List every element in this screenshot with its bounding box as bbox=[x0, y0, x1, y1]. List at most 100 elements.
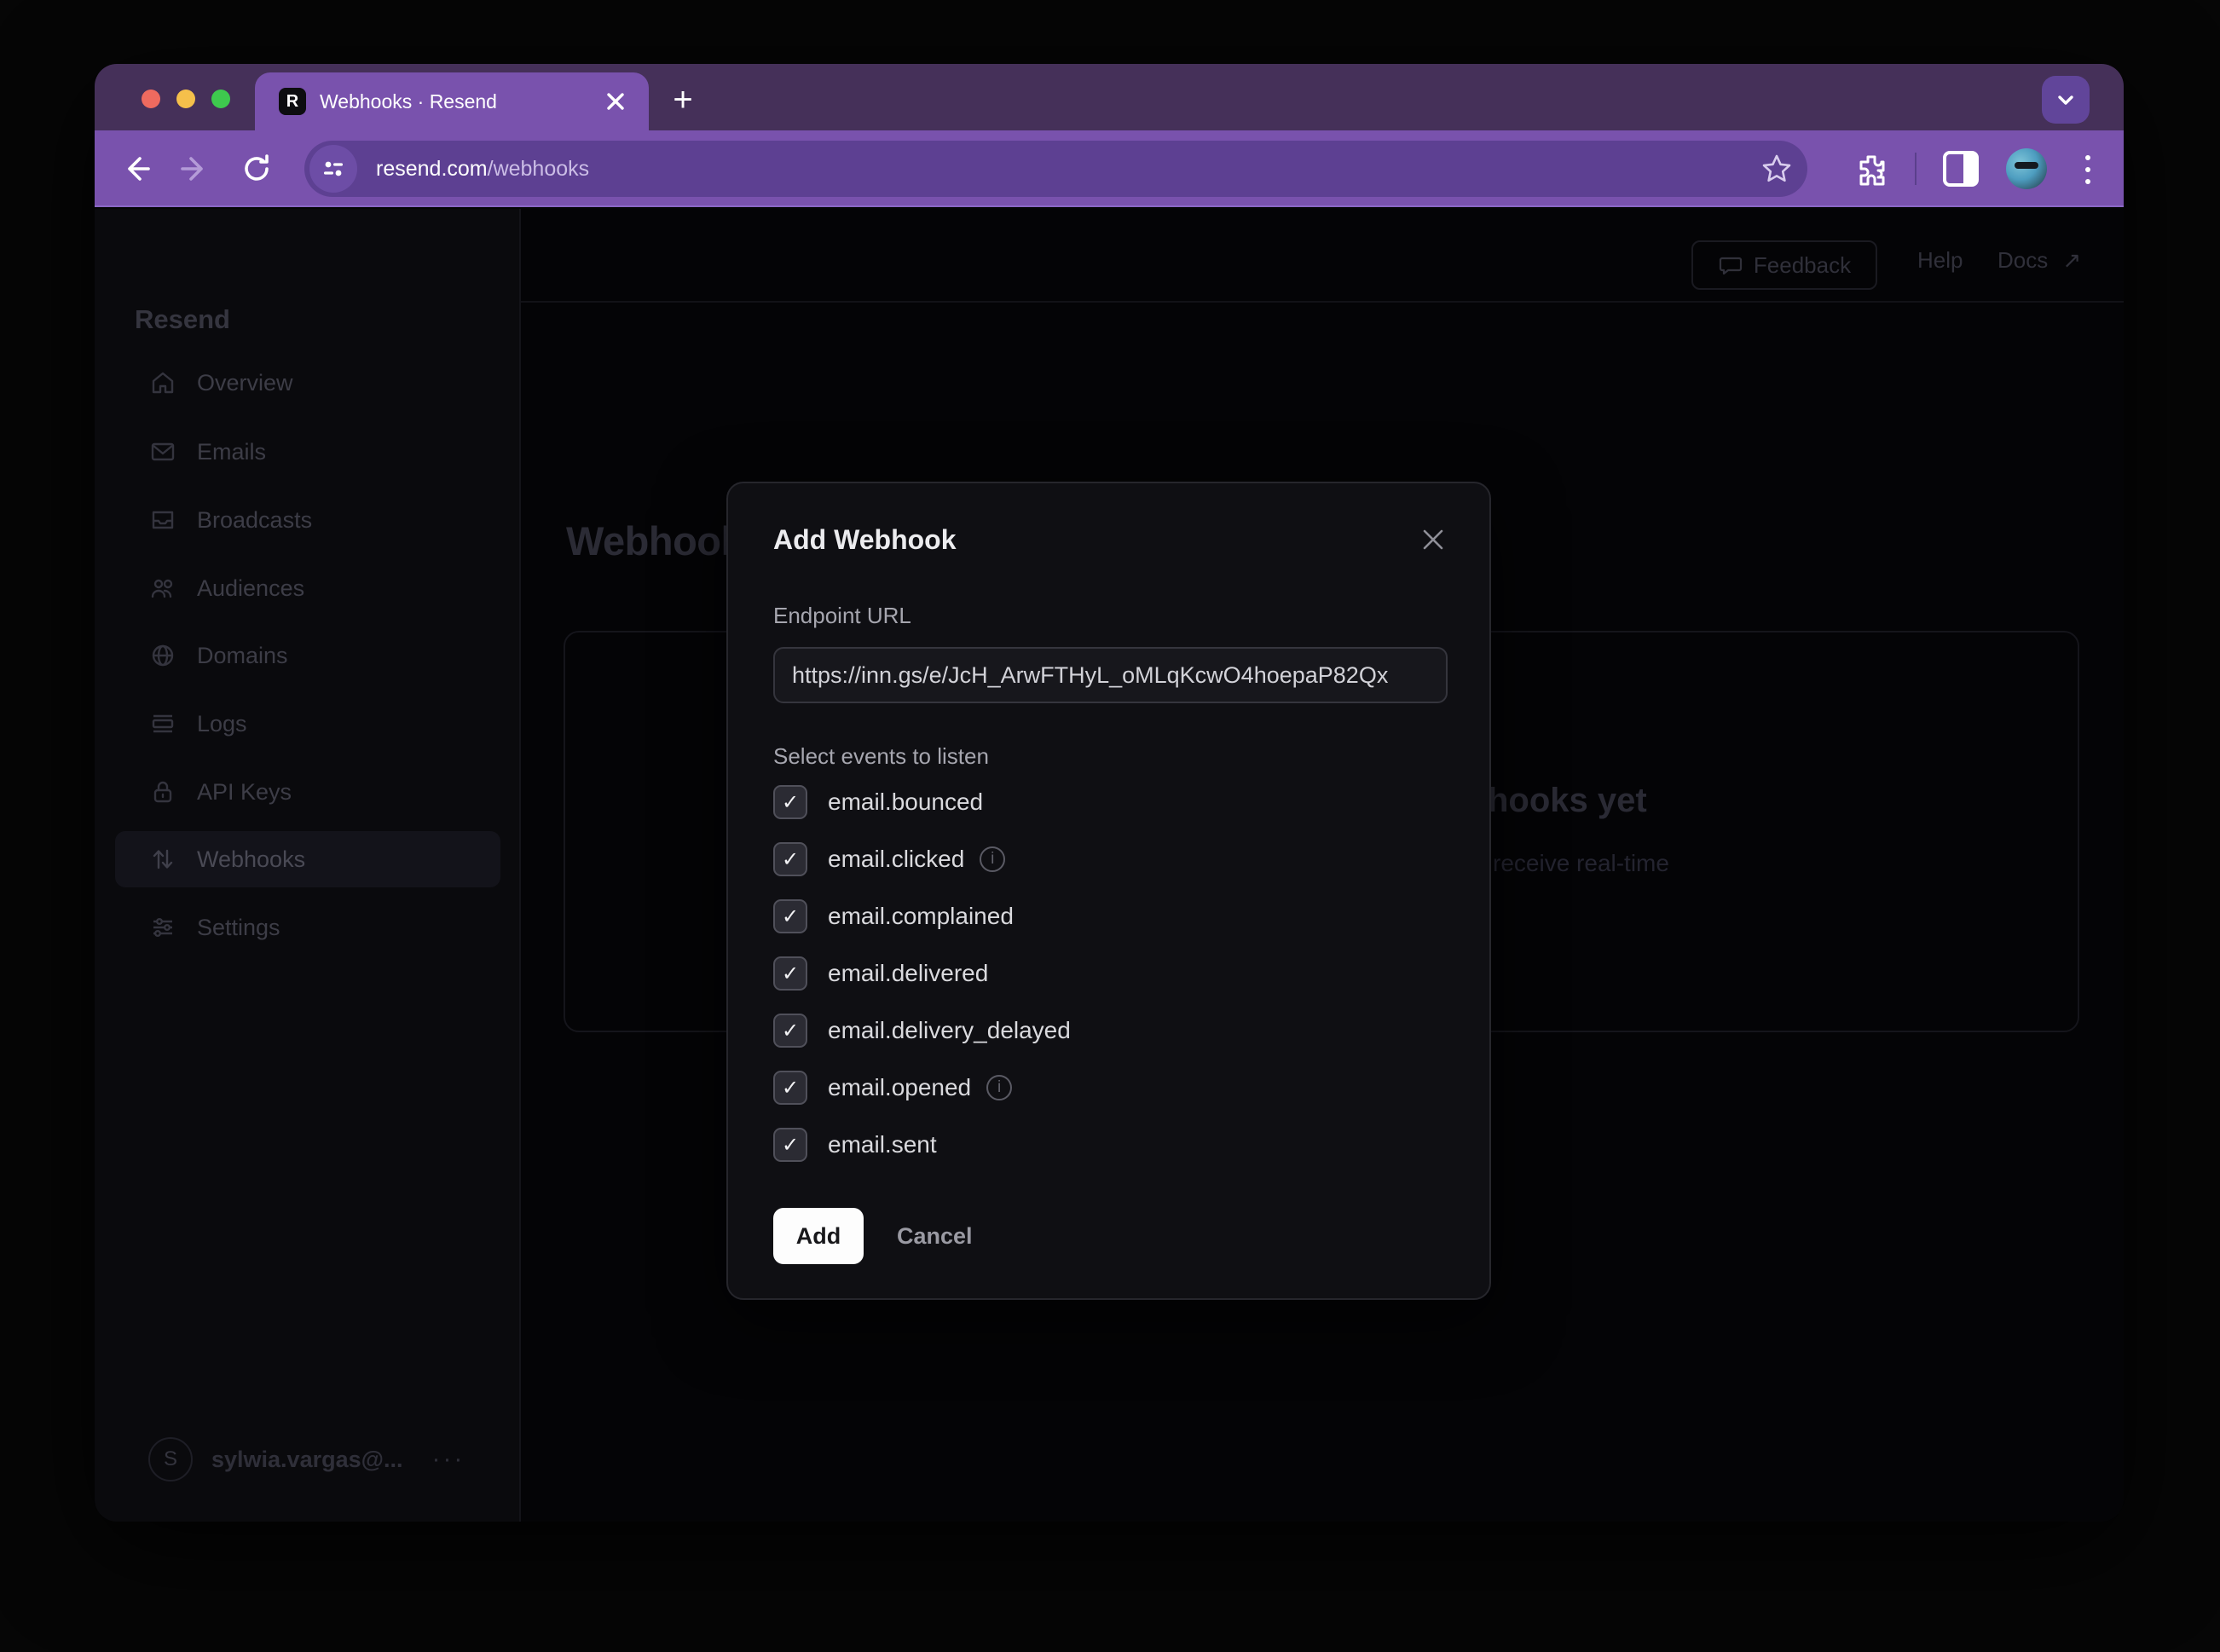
docs-link[interactable]: Docs ↗ bbox=[1997, 247, 2081, 274]
extensions-button[interactable] bbox=[1853, 150, 1890, 188]
sidebar-item-domains[interactable]: Domains bbox=[115, 627, 500, 684]
toolbar-divider bbox=[1915, 153, 1916, 185]
sidebar: Resend Overview Emails Broadcasts Audien… bbox=[95, 209, 521, 1522]
event-label: email.delivered bbox=[828, 960, 988, 987]
event-row: ✓ email.bounced bbox=[773, 785, 1071, 819]
endpoint-url-label: Endpoint URL bbox=[773, 603, 911, 629]
user-email: sylwia.vargas@... bbox=[211, 1447, 402, 1473]
sidebar-item-label: Emails bbox=[197, 439, 266, 465]
lock-icon bbox=[149, 778, 176, 806]
tab-close-icon[interactable] bbox=[601, 87, 630, 116]
info-icon[interactable]: i bbox=[986, 1075, 1012, 1100]
feedback-button[interactable]: Feedback bbox=[1691, 240, 1877, 290]
checkbox-checked[interactable]: ✓ bbox=[773, 1071, 807, 1105]
event-label: email.sent bbox=[828, 1131, 937, 1158]
event-label: email.clicked bbox=[828, 846, 964, 873]
user-avatar: S bbox=[148, 1437, 193, 1482]
add-webhook-modal: Add Webhook Endpoint URL Select events t… bbox=[726, 482, 1491, 1300]
sidebar-item-label: Logs bbox=[197, 711, 247, 737]
home-icon bbox=[149, 369, 176, 396]
window-minimize-button[interactable] bbox=[176, 90, 195, 108]
user-menu-dots-icon[interactable]: ··· bbox=[431, 1445, 465, 1474]
puzzle-icon bbox=[1854, 152, 1888, 186]
sidebar-item-logs[interactable]: Logs bbox=[115, 696, 500, 752]
reload-button[interactable] bbox=[238, 150, 275, 188]
help-link[interactable]: Help bbox=[1917, 247, 1963, 274]
tab-strip: R Webhooks · Resend + bbox=[95, 64, 2124, 130]
sidebar-item-api-keys[interactable]: API Keys bbox=[115, 764, 500, 820]
tab-search-button[interactable] bbox=[2042, 76, 2090, 124]
profile-avatar[interactable] bbox=[2006, 148, 2047, 189]
url-host: resend.com bbox=[376, 157, 488, 181]
chevron-down-icon bbox=[2053, 87, 2078, 113]
checkbox-checked[interactable]: ✓ bbox=[773, 842, 807, 876]
event-row: ✓ email.clicked i bbox=[773, 842, 1071, 876]
events-list: ✓ email.bounced ✓ email.clicked i ✓ emai… bbox=[773, 785, 1071, 1185]
sidebar-item-overview[interactable]: Overview bbox=[115, 355, 500, 411]
window-zoom-button[interactable] bbox=[211, 90, 230, 108]
event-label: email.bounced bbox=[828, 788, 983, 816]
events-section-label: Select events to listen bbox=[773, 743, 989, 770]
sidebar-item-label: Audiences bbox=[197, 575, 304, 602]
checkbox-checked[interactable]: ✓ bbox=[773, 1014, 807, 1048]
empty-state-heading-fragment: hooks yet bbox=[1488, 782, 1647, 820]
site-settings-icon bbox=[321, 156, 346, 182]
sidebar-item-label: API Keys bbox=[197, 779, 292, 806]
sidebar-item-emails[interactable]: Emails bbox=[115, 424, 500, 480]
event-row: ✓ email.delivered bbox=[773, 956, 1071, 991]
event-row: ✓ email.sent bbox=[773, 1128, 1071, 1162]
envelope-icon bbox=[149, 438, 176, 465]
sidebar-item-broadcasts[interactable]: Broadcasts bbox=[115, 492, 500, 548]
browser-menu-button[interactable] bbox=[2083, 151, 2093, 188]
sidebar-item-audiences[interactable]: Audiences bbox=[115, 560, 500, 616]
endpoint-url-input[interactable] bbox=[773, 647, 1448, 703]
checkbox-checked[interactable]: ✓ bbox=[773, 1128, 807, 1162]
tab-favicon: R bbox=[279, 88, 306, 115]
reload-icon bbox=[240, 153, 273, 185]
close-icon bbox=[1420, 527, 1446, 552]
checkbox-checked[interactable]: ✓ bbox=[773, 899, 807, 933]
logs-icon bbox=[149, 710, 176, 737]
sidebar-item-settings[interactable]: Settings bbox=[115, 899, 500, 956]
modal-title: Add Webhook bbox=[773, 524, 957, 556]
checkbox-checked[interactable]: ✓ bbox=[773, 785, 807, 819]
browser-toolbar: resend.com/webhooks bbox=[95, 130, 2124, 207]
cancel-button[interactable]: Cancel bbox=[897, 1208, 973, 1264]
event-row: ✓ email.complained bbox=[773, 899, 1071, 933]
event-label: email.complained bbox=[828, 903, 1014, 930]
feedback-label: Feedback bbox=[1754, 252, 1851, 279]
url-text: resend.com/webhooks bbox=[376, 157, 589, 182]
address-bar[interactable]: resend.com/webhooks bbox=[304, 141, 1807, 197]
sidebar-item-label: Settings bbox=[197, 915, 280, 941]
side-panel-button[interactable] bbox=[1943, 151, 1979, 187]
people-icon bbox=[149, 575, 176, 602]
sidebar-item-webhooks[interactable]: Webhooks bbox=[115, 831, 500, 887]
window-close-button[interactable] bbox=[142, 90, 160, 108]
event-label: email.opened bbox=[828, 1074, 971, 1101]
info-icon[interactable]: i bbox=[980, 846, 1005, 872]
account-menu[interactable]: S sylwia.vargas@... ··· bbox=[148, 1436, 489, 1482]
new-tab-button[interactable]: + bbox=[661, 78, 705, 122]
tray-icon bbox=[149, 506, 176, 534]
back-button[interactable] bbox=[117, 150, 154, 188]
sidebar-item-label: Domains bbox=[197, 643, 288, 669]
modal-close-button[interactable] bbox=[1416, 523, 1450, 557]
bookmark-star-icon bbox=[1760, 152, 1794, 186]
checkbox-checked[interactable]: ✓ bbox=[773, 956, 807, 991]
bookmark-button[interactable] bbox=[1760, 152, 1794, 186]
back-icon bbox=[119, 153, 152, 185]
sidebar-item-label: Broadcasts bbox=[197, 507, 312, 534]
sidebar-item-label: Overview bbox=[197, 370, 293, 396]
event-label: email.delivery_delayed bbox=[828, 1017, 1071, 1044]
add-button[interactable]: Add bbox=[773, 1208, 864, 1264]
external-arrow-icon: ↗ bbox=[2062, 248, 2081, 274]
browser-window: R Webhooks · Resend + bbox=[95, 64, 2124, 1522]
event-row: ✓ email.opened i bbox=[773, 1071, 1071, 1105]
tab-title: Webhooks · Resend bbox=[320, 90, 497, 113]
app-header: Feedback Help Docs ↗ bbox=[521, 209, 2124, 303]
sliders-icon bbox=[149, 914, 176, 941]
browser-tab[interactable]: R Webhooks · Resend bbox=[255, 72, 649, 130]
site-settings-button[interactable] bbox=[309, 145, 357, 193]
arrows-up-down-icon bbox=[149, 846, 176, 873]
forward-button[interactable] bbox=[176, 150, 214, 188]
